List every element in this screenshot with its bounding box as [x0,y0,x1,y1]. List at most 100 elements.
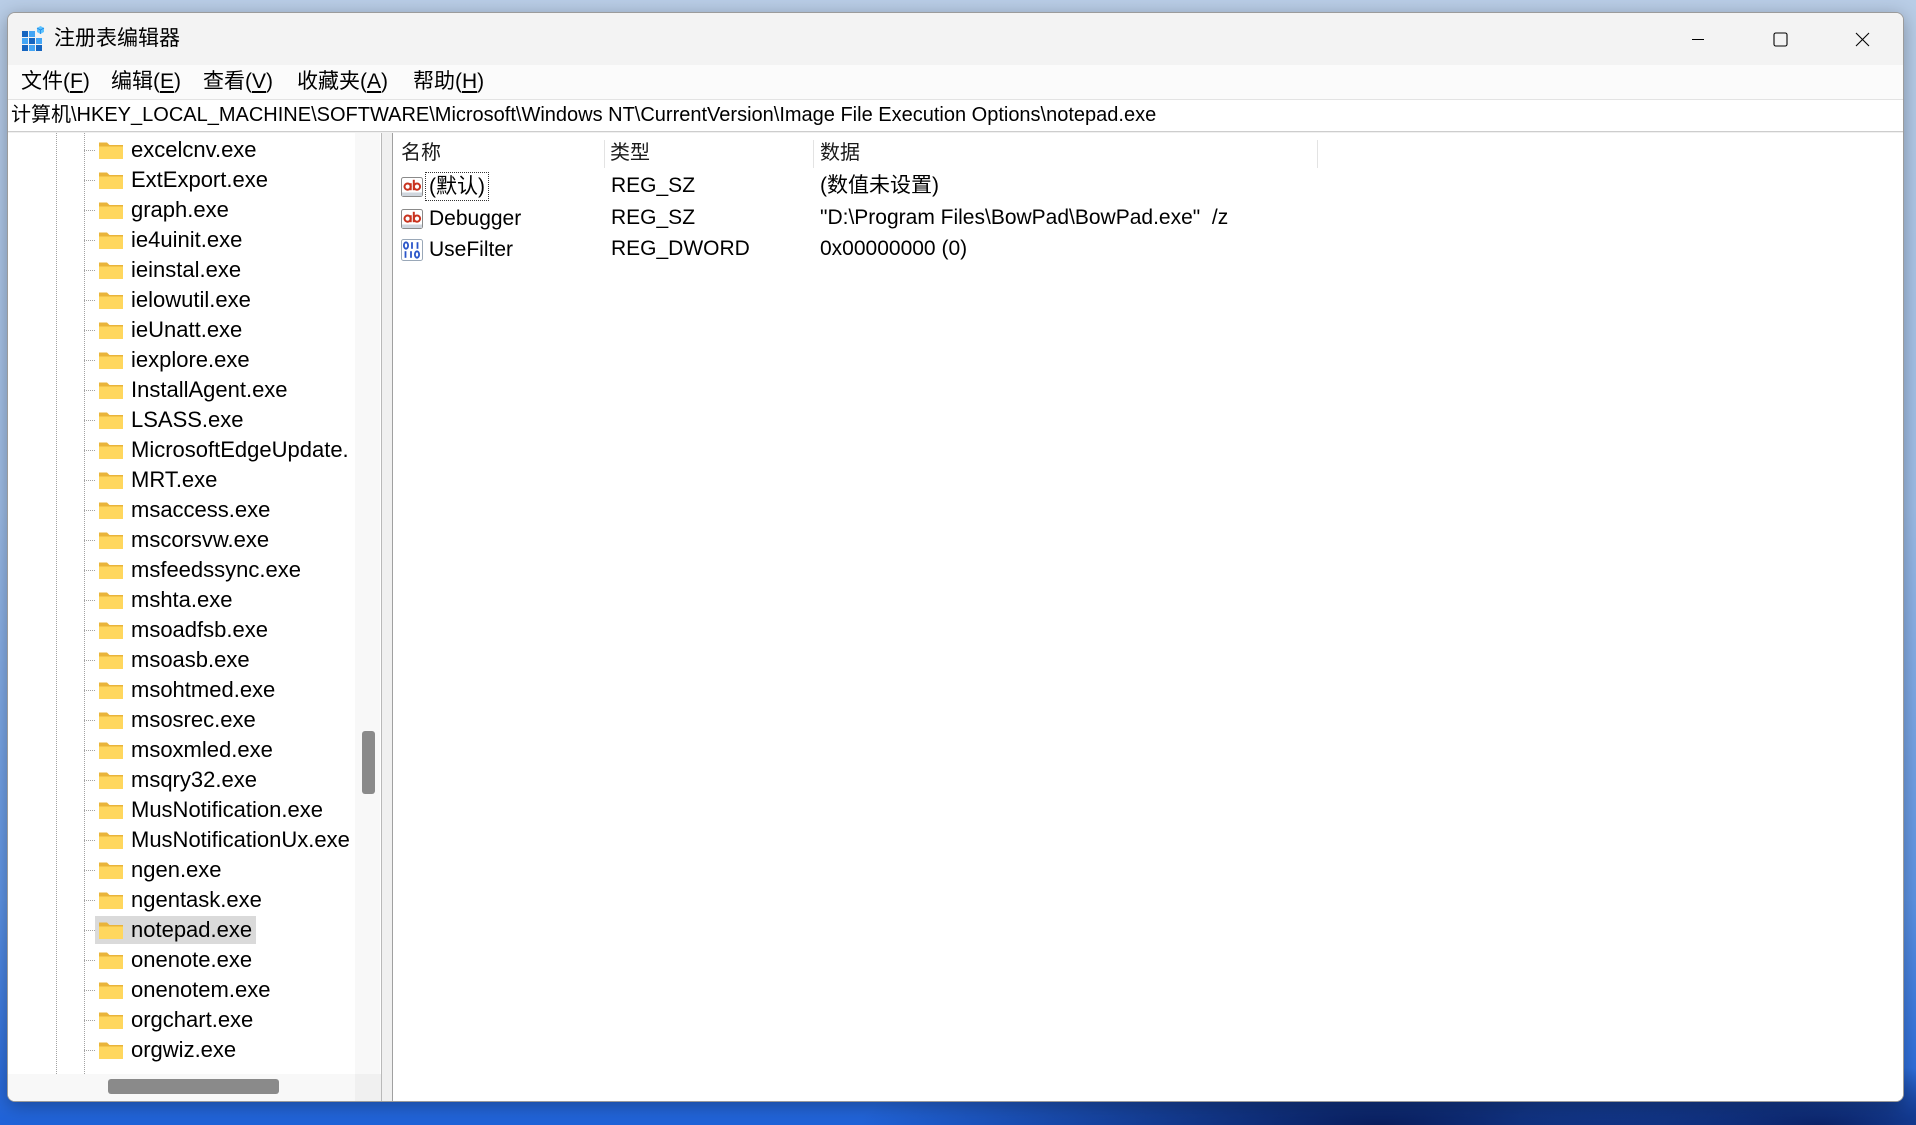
tree-node[interactable]: notepad.exe [95,916,257,944]
tree-branch-line [84,450,95,451]
tree-item[interactable]: MusNotificationUx.exe [8,825,355,855]
tree-item[interactable]: orgchart.exe [8,1005,355,1035]
column-divider[interactable] [1317,140,1318,168]
tree-node[interactable]: MRT.exe [95,466,221,494]
tree-vertical-scrollbar[interactable] [355,133,380,1074]
tree-item[interactable]: mscorsvw.exe [8,525,355,555]
tree-node[interactable]: MusNotification.exe [95,796,327,824]
tree-node[interactable]: ngentask.exe [95,886,266,914]
menu-edit[interactable]: 编辑(E) [109,65,183,99]
tree-item[interactable]: ExtExport.exe [8,165,355,195]
tree-node[interactable]: ie4uinit.exe [95,226,246,254]
tree-node[interactable]: iexplore.exe [95,346,254,374]
value-name[interactable]: (默认) [425,172,489,201]
tree-node[interactable]: msosrec.exe [95,706,260,734]
column-header-name[interactable]: 名称 [401,135,441,171]
tree-item[interactable]: ngentask.exe [8,885,355,915]
tree-item[interactable]: msoxmled.exe [8,735,355,765]
tree-item[interactable]: MicrosoftEdgeUpdate. [8,435,355,465]
value-row[interactable]: UseFilter REG_DWORD 0x00000000 (0) [393,234,1903,266]
tree-node[interactable]: ieUnatt.exe [95,316,246,344]
menu-favorites[interactable]: 收藏夹(A) [295,65,390,99]
menu-view[interactable]: 查看(V) [201,65,275,99]
key-tree[interactable]: excelcnv.exe ExtExport.exe graph.exe ie4uin… [8,133,355,1074]
column-header-type[interactable]: 类型 [610,135,650,171]
tree-node[interactable]: onenotem.exe [95,976,274,1004]
tree-horizontal-scroll-thumb[interactable] [108,1079,279,1094]
value-name[interactable]: Debugger [425,204,525,233]
tree-node[interactable]: msoasb.exe [95,646,254,674]
tree-node[interactable]: msqry32.exe [95,766,261,794]
tree-vertical-scroll-thumb[interactable] [362,731,375,794]
tree-node[interactable]: LSASS.exe [95,406,248,434]
tree-item[interactable]: ngen.exe [8,855,355,885]
close-button[interactable] [1821,13,1903,65]
tree-item[interactable]: notepad.exe [8,915,355,945]
column-divider[interactable] [813,140,814,168]
tree-item[interactable]: ieUnatt.exe [8,315,355,345]
menu-file[interactable]: 文件(F) [19,65,92,99]
tree-node[interactable]: mshta.exe [95,586,237,614]
tree-item[interactable]: iexplore.exe [8,345,355,375]
tree-item[interactable]: msosrec.exe [8,705,355,735]
tree-item[interactable]: ielowutil.exe [8,285,355,315]
tree-node[interactable]: msfeedssync.exe [95,556,305,584]
maximize-button[interactable] [1739,13,1821,65]
tree-item[interactable]: onenote.exe [8,945,355,975]
tree-item[interactable]: msohtmed.exe [8,675,355,705]
tree-item[interactable]: onenotem.exe [8,975,355,1005]
title-bar[interactable]: 注册表编辑器 [8,13,1903,65]
tree-node[interactable]: msaccess.exe [95,496,274,524]
value-row[interactable]: Debugger REG_SZ "D:\Program Files\BowPad… [393,203,1903,235]
tree-node[interactable]: ExtExport.exe [95,166,272,194]
tree-item-label: mscorsvw.exe [131,527,270,552]
tree-node[interactable]: graph.exe [95,196,233,224]
tree-item[interactable]: graph.exe [8,195,355,225]
tree-item[interactable]: mshta.exe [8,585,355,615]
tree-item[interactable]: msoasb.exe [8,645,355,675]
tree-item[interactable]: LSASS.exe [8,405,355,435]
tree-node[interactable]: ielowutil.exe [95,286,255,314]
tree-node[interactable]: msoxmled.exe [95,736,277,764]
menu-help[interactable]: 帮助(H) [411,65,486,99]
tree-node[interactable]: mscorsvw.exe [95,526,273,554]
address-bar[interactable]: 计算机\HKEY_LOCAL_MACHINE\SOFTWARE\Microsof… [8,99,1903,132]
tree-branch-line [84,480,95,481]
minimize-button[interactable] [1657,13,1739,65]
tree-item-label: ielowutil.exe [131,287,251,312]
value-name[interactable]: UseFilter [425,235,517,264]
tree-item[interactable]: msoadfsb.exe [8,615,355,645]
tree-branch-line [84,210,95,211]
tree-node[interactable]: MicrosoftEdgeUpdate. [95,436,353,464]
tree-branch-line [84,150,95,151]
tree-item[interactable]: orgwiz.exe [8,1035,355,1065]
tree-node[interactable]: msohtmed.exe [95,676,279,704]
tree-item[interactable]: ieinstal.exe [8,255,355,285]
tree-horizontal-scrollbar[interactable] [8,1074,355,1101]
tree-node[interactable]: orgchart.exe [95,1006,257,1034]
tree-item[interactable]: MRT.exe [8,465,355,495]
value-list-pane[interactable]: 名称 类型 数据 (默认) REG_SZ (数值未设置) Debugger RE… [392,133,1903,1101]
column-divider[interactable] [604,140,605,168]
tree-item[interactable]: msaccess.exe [8,495,355,525]
tree-node[interactable]: orgwiz.exe [95,1036,240,1064]
tree-node[interactable]: onenote.exe [95,946,256,974]
tree-node[interactable]: msoadfsb.exe [95,616,272,644]
tree-node[interactable]: excelcnv.exe [95,136,261,164]
tree-item[interactable]: excelcnv.exe [8,135,355,165]
tree-branch-line [84,1050,95,1051]
tree-item[interactable]: InstallAgent.exe [8,375,355,405]
value-row[interactable]: (默认) REG_SZ (数值未设置) [393,171,1903,203]
tree-branch-line [84,780,95,781]
tree-node[interactable]: InstallAgent.exe [95,376,292,404]
column-header-data[interactable]: 数据 [820,135,860,171]
tree-item[interactable]: msfeedssync.exe [8,555,355,585]
tree-item[interactable]: MusNotification.exe [8,795,355,825]
tree-branch-line [84,240,95,241]
tree-branch-line [84,810,95,811]
tree-item[interactable]: msqry32.exe [8,765,355,795]
tree-item[interactable]: ie4uinit.exe [8,225,355,255]
tree-node[interactable]: ieinstal.exe [95,256,245,284]
tree-node[interactable]: ngen.exe [95,856,226,884]
tree-node[interactable]: MusNotificationUx.exe [95,826,354,854]
